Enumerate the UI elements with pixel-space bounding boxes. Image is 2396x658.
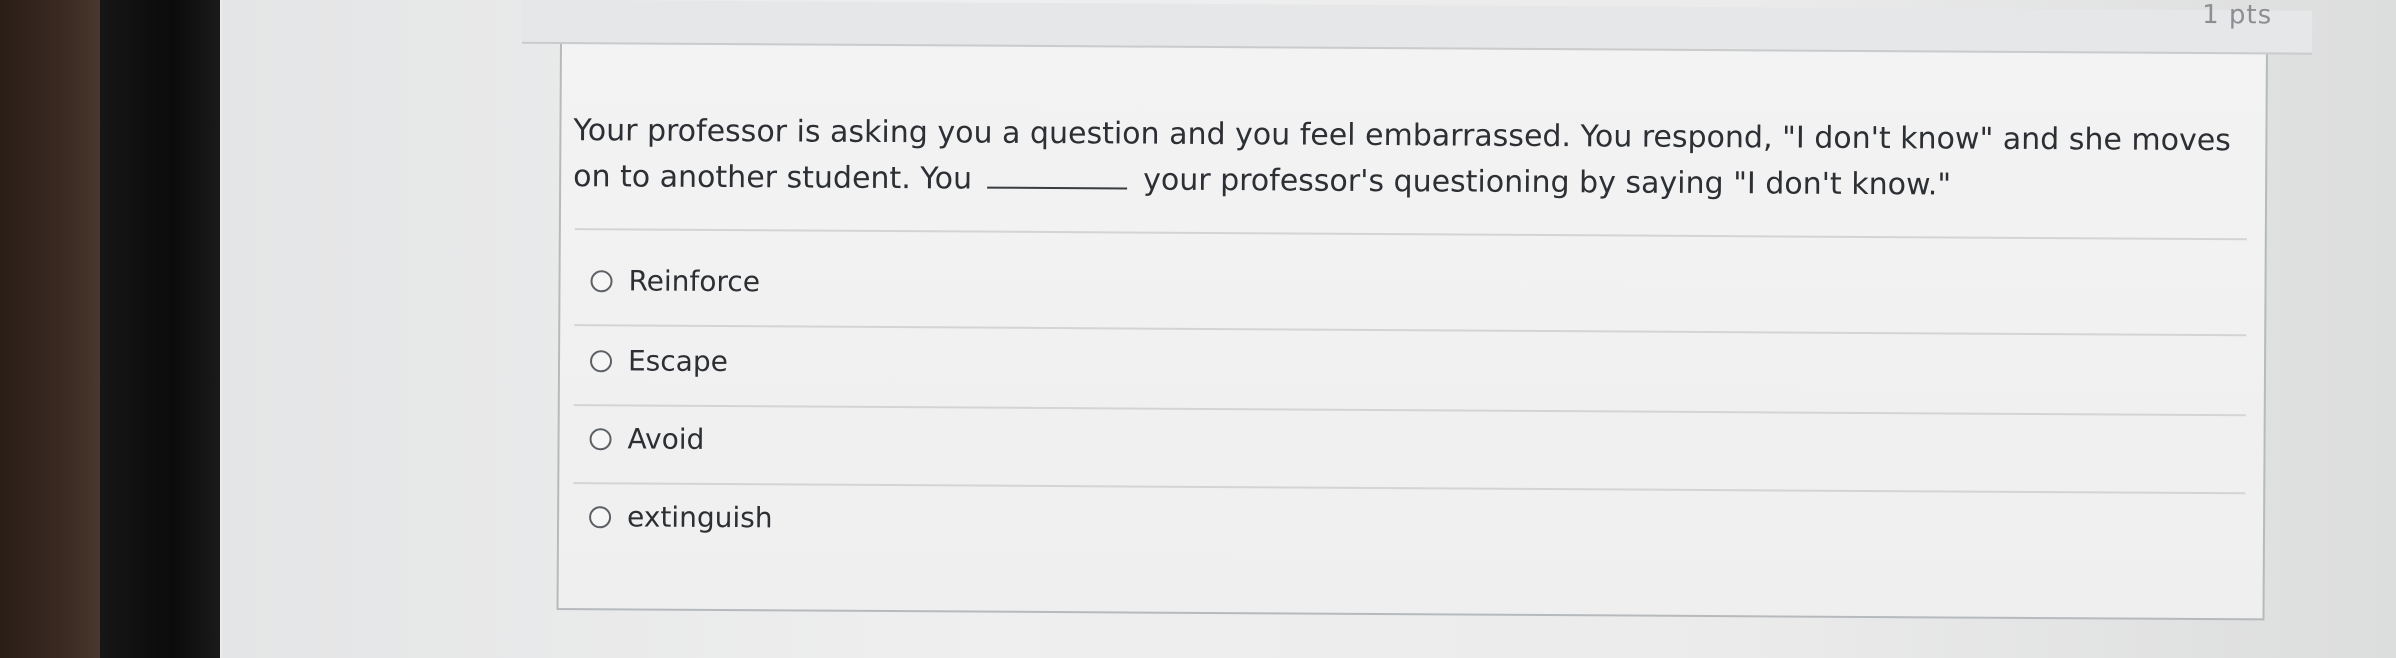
answer-option-reinforce[interactable]: Reinforce bbox=[590, 264, 760, 298]
radio-button-icon[interactable] bbox=[590, 269, 613, 292]
question-header: 1 pts bbox=[521, 0, 2313, 55]
divider bbox=[573, 404, 2246, 417]
divider bbox=[574, 324, 2247, 337]
answer-option-extinguish[interactable]: extinguish bbox=[589, 500, 773, 534]
divider bbox=[574, 228, 2247, 241]
question-card: 1 pts Your professor is asking you a que… bbox=[521, 0, 2313, 621]
answer-label: Reinforce bbox=[628, 264, 761, 299]
answer-label: Escape bbox=[627, 344, 728, 379]
quiz-page: 1 pts Your professor is asking you a que… bbox=[222, 0, 2396, 658]
answer-label: extinguish bbox=[626, 500, 773, 535]
radio-button-icon[interactable] bbox=[589, 349, 613, 372]
answer-option-escape[interactable]: Escape bbox=[589, 344, 728, 379]
photo-frame: 1 pts Your professor is asking you a que… bbox=[0, 0, 2396, 658]
fill-in-blank bbox=[987, 166, 1128, 190]
radio-button-icon[interactable] bbox=[589, 505, 612, 528]
radio-button-icon[interactable] bbox=[589, 427, 612, 450]
divider bbox=[573, 482, 2246, 495]
monitor-bezel bbox=[100, 0, 220, 658]
question-text-part2: your professor's questioning by saying "… bbox=[1143, 162, 1952, 203]
question-text: Your professor is asking you a question … bbox=[573, 108, 2234, 210]
answer-label: Avoid bbox=[627, 422, 705, 456]
question-points: 1 pts bbox=[2202, 0, 2273, 31]
answer-option-avoid[interactable]: Avoid bbox=[589, 422, 704, 456]
